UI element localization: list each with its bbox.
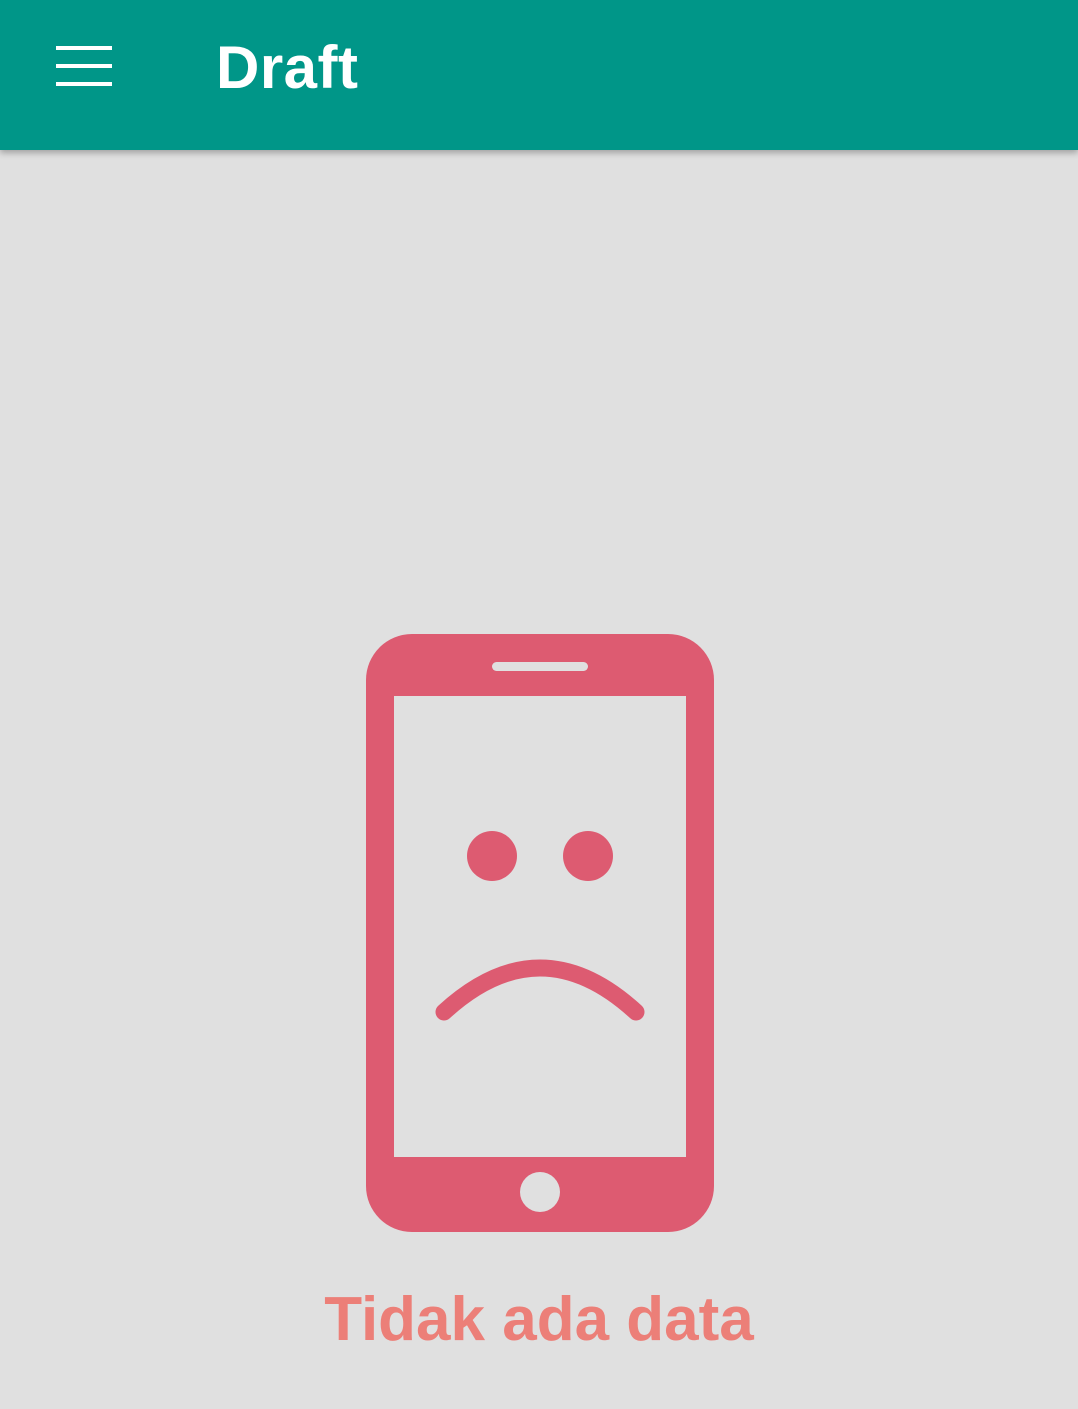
sad-face-left-eye <box>467 831 517 881</box>
app-screen: Draft Tidak ada data <box>0 0 1078 1409</box>
sad-phone-icon <box>366 634 714 1232</box>
menu-bar-line <box>56 82 112 86</box>
empty-state-message: Tidak ada data <box>324 1285 754 1354</box>
sad-face-right-eye <box>563 831 613 881</box>
menu-bar-line <box>56 46 112 50</box>
phone-home-button <box>520 1172 560 1212</box>
menu-bar-line <box>56 64 112 68</box>
page-title: Draft <box>216 34 359 101</box>
phone-screen <box>394 696 686 1157</box>
app-bar: Draft <box>0 0 1078 150</box>
menu-button[interactable] <box>36 28 132 108</box>
phone-speaker <box>492 662 588 671</box>
empty-state: Tidak ada data <box>0 150 1078 1409</box>
